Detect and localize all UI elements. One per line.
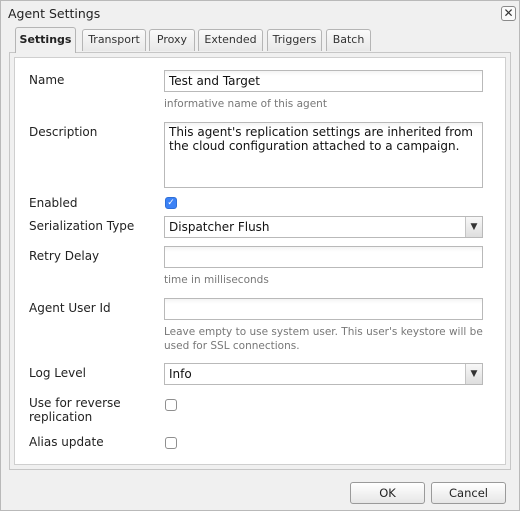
retry-delay-label: Retry Delay bbox=[29, 249, 100, 263]
serialization-type-value: Dispatcher Flush bbox=[169, 220, 270, 234]
description-label: Description bbox=[29, 125, 98, 139]
tab-triggers[interactable]: Triggers bbox=[267, 29, 322, 51]
close-icon: ✕ bbox=[503, 6, 514, 20]
dialog-titlebar[interactable]: Agent Settings ✕ bbox=[1, 1, 519, 27]
name-hint: informative name of this agent bbox=[164, 98, 327, 110]
alias-update-label: Alias update bbox=[29, 435, 104, 449]
ok-button[interactable]: OK bbox=[350, 482, 425, 504]
tab-proxy[interactable]: Proxy bbox=[149, 29, 195, 51]
description-textarea[interactable]: This agent's replication settings are in… bbox=[164, 122, 483, 188]
enabled-label: Enabled bbox=[29, 196, 78, 210]
chevron-down-icon[interactable]: ▼ bbox=[465, 364, 482, 384]
name-input[interactable]: Test and Target bbox=[164, 70, 483, 92]
settings-panel: Name Test and Target informative name of… bbox=[9, 52, 511, 470]
tab-batch[interactable]: Batch bbox=[326, 29, 371, 51]
name-label: Name bbox=[29, 73, 65, 87]
cancel-button[interactable]: Cancel bbox=[431, 482, 506, 504]
log-level-value: Info bbox=[169, 367, 192, 381]
serialization-type-select[interactable]: Dispatcher Flush ▼ bbox=[164, 216, 483, 238]
tab-extended[interactable]: Extended bbox=[198, 29, 263, 51]
settings-form: Name Test and Target informative name of… bbox=[14, 57, 506, 465]
log-level-label: Log Level bbox=[29, 366, 86, 380]
tab-settings[interactable]: Settings bbox=[15, 27, 76, 53]
enabled-checkbox[interactable]: ✓ bbox=[165, 197, 177, 209]
agent-user-id-input[interactable] bbox=[164, 298, 483, 320]
retry-delay-input[interactable] bbox=[164, 246, 483, 268]
checkmark-icon: ✓ bbox=[167, 198, 175, 208]
dialog-title: Agent Settings bbox=[8, 6, 101, 21]
tab-transport[interactable]: Transport bbox=[82, 29, 146, 51]
reverse-replication-label: Use for reverse replication bbox=[29, 396, 121, 424]
agent-user-id-hint: Leave empty to use system user. This use… bbox=[164, 326, 483, 352]
close-button[interactable]: ✕ bbox=[501, 6, 516, 21]
agent-user-id-label: Agent User Id bbox=[29, 301, 111, 315]
retry-delay-hint: time in milliseconds bbox=[164, 274, 269, 286]
chevron-down-icon[interactable]: ▼ bbox=[465, 217, 482, 237]
agent-settings-dialog: Agent Settings ✕ Settings Transport Prox… bbox=[0, 0, 520, 511]
alias-update-checkbox[interactable] bbox=[165, 437, 177, 449]
log-level-select[interactable]: Info ▼ bbox=[164, 363, 483, 385]
tab-strip: Settings Transport Proxy Extended Trigge… bbox=[9, 27, 511, 53]
reverse-replication-checkbox[interactable] bbox=[165, 399, 177, 411]
serialization-type-label: Serialization Type bbox=[29, 219, 135, 233]
